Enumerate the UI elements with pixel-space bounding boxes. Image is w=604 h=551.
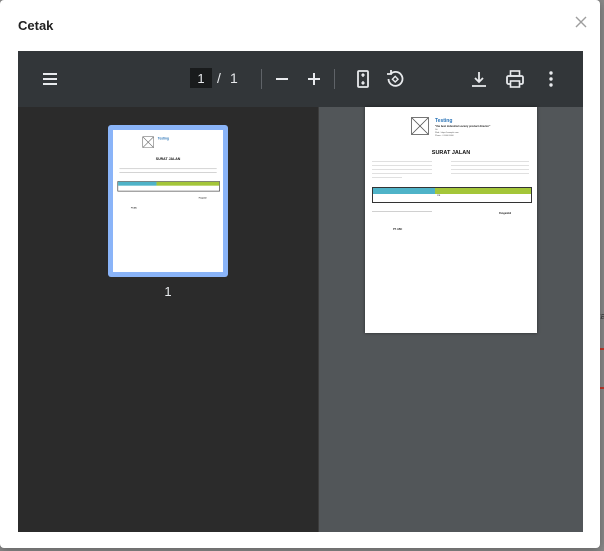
doc-table-header-blue bbox=[118, 181, 157, 186]
doc-field-line bbox=[372, 173, 432, 174]
doc-table-header-blue bbox=[387, 188, 435, 194]
doc-table: PIB bbox=[372, 187, 532, 203]
close-icon[interactable] bbox=[572, 13, 590, 31]
doc-field-line bbox=[372, 177, 402, 178]
doc-signature-label: Pengambil bbox=[499, 212, 512, 215]
image-placeholder-icon bbox=[142, 136, 154, 148]
doc-footer-company: PT. ABC bbox=[130, 207, 137, 210]
dialog-title: Cetak bbox=[18, 18, 54, 33]
doc-tagline: "the best industrial sociery product dir… bbox=[435, 125, 491, 128]
doc-footer-company: PT. ABC bbox=[393, 228, 403, 231]
page-total: 1 bbox=[230, 70, 238, 86]
doc-table-header-green bbox=[511, 188, 531, 194]
doc-address: Jkt Web : https://example.com Phone : 0 … bbox=[435, 129, 459, 138]
pdf-viewer: / 1 bbox=[18, 51, 583, 532]
doc-field-line bbox=[451, 173, 529, 174]
zoom-in-icon[interactable] bbox=[302, 67, 326, 91]
doc-company-name: Testing bbox=[435, 118, 453, 124]
doc-field-line bbox=[119, 168, 217, 170]
doc-company-name: Testing bbox=[157, 137, 169, 141]
doc-field-line bbox=[451, 169, 529, 170]
doc-signature-label: Pengambil bbox=[198, 197, 207, 200]
document-page: Testing "the best industrial sociery pro… bbox=[365, 107, 537, 333]
rotate-icon[interactable] bbox=[383, 67, 407, 91]
page-thumbnail[interactable]: Testing SURAT JALAN Pengambil PT. ABC bbox=[108, 125, 228, 277]
doc-field-line bbox=[372, 165, 432, 166]
doc-title: SURAT JALAN bbox=[155, 157, 181, 162]
doc-table-header-green bbox=[435, 188, 465, 194]
menu-icon[interactable] bbox=[38, 67, 62, 91]
image-placeholder-icon bbox=[411, 117, 429, 135]
doc-address-line: Phone : 0 0000 0000 bbox=[435, 135, 454, 137]
fit-to-page-icon[interactable] bbox=[351, 67, 375, 91]
doc-table-header-green bbox=[156, 181, 220, 186]
download-icon[interactable] bbox=[467, 67, 491, 91]
thumbnail-sidebar: Testing SURAT JALAN Pengambil PT. ABC 1 bbox=[18, 107, 319, 532]
print-dialog: Cetak / 1 bbox=[0, 0, 600, 548]
toolbar-divider bbox=[334, 69, 335, 89]
thumbnail-document: Testing SURAT JALAN Pengambil PT. ABC bbox=[113, 130, 223, 272]
doc-table bbox=[117, 181, 220, 192]
more-options-icon[interactable] bbox=[539, 67, 563, 91]
thumbnail-label: 1 bbox=[164, 284, 172, 299]
doc-table-header-green bbox=[465, 188, 511, 194]
doc-field-line bbox=[119, 172, 217, 173]
doc-field-line bbox=[451, 165, 529, 166]
page-separator: / bbox=[217, 70, 221, 86]
doc-field-line bbox=[372, 161, 432, 162]
pdf-toolbar: / 1 bbox=[18, 51, 583, 107]
doc-field-line bbox=[372, 169, 432, 170]
doc-field-line bbox=[451, 161, 529, 162]
document-content: Testing "the best industrial sociery pro… bbox=[365, 107, 537, 333]
doc-title: SURAT JALAN bbox=[431, 150, 471, 156]
doc-table-header-blue bbox=[373, 188, 387, 194]
print-icon[interactable] bbox=[503, 67, 527, 91]
doc-table-cell: PIB bbox=[437, 195, 441, 197]
page-number-input[interactable] bbox=[190, 68, 212, 88]
doc-note-line bbox=[372, 211, 432, 212]
document-view: Testing "the best industrial sociery pro… bbox=[319, 107, 583, 532]
thumbnail-page: Testing SURAT JALAN Pengambil PT. ABC bbox=[113, 130, 223, 272]
zoom-out-icon[interactable] bbox=[270, 67, 294, 91]
toolbar-divider bbox=[261, 69, 262, 89]
